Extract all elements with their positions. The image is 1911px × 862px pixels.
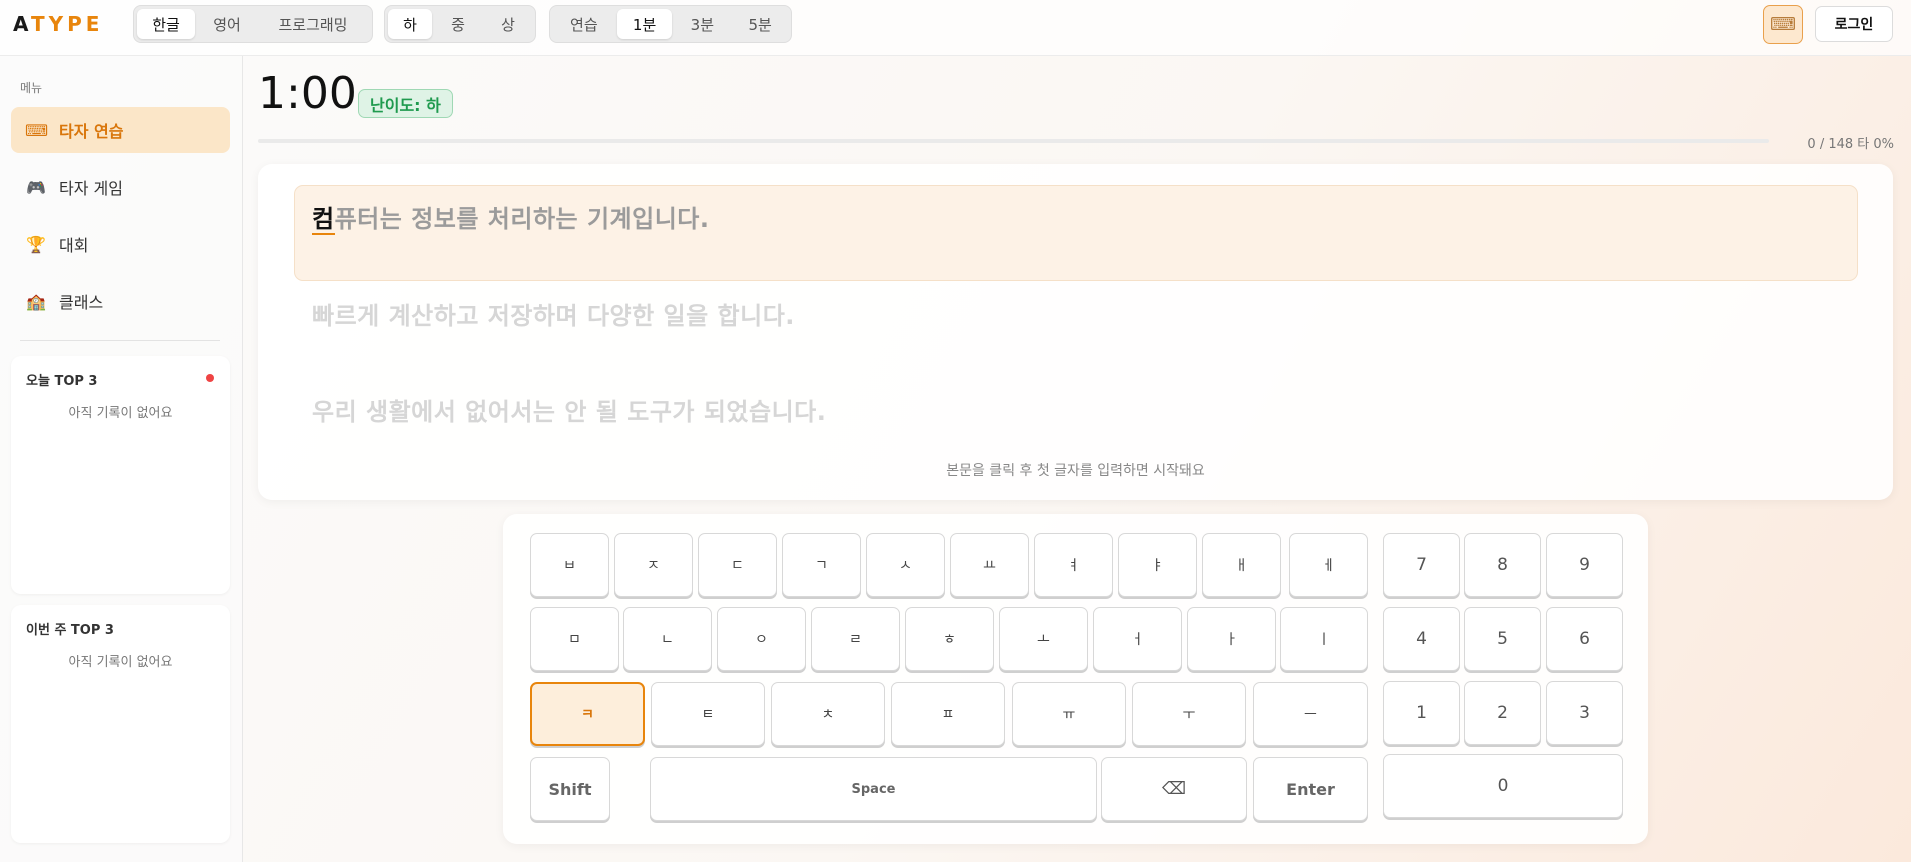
gamepad-icon: 🎮 (26, 177, 46, 197)
duration-option-5min[interactable]: 5분 (732, 9, 788, 39)
sidebar-divider (20, 340, 220, 341)
live-indicator-dot (206, 374, 214, 382)
today-top3-card: 오늘 TOP 3 아직 기록이 없어요 (11, 356, 230, 594)
sidebar-item-label: 클래스 (59, 293, 104, 312)
duration-selector: 연습 1분 3분 5분 (549, 5, 792, 43)
key-ㅜ[interactable]: ㅜ (1132, 682, 1246, 746)
progress-stat: 0 / 148 타 0% (1807, 137, 1894, 152)
duration-option-practice[interactable]: 연습 (553, 9, 615, 39)
key-ㅋ[interactable]: ㅋ (530, 682, 645, 746)
key-ㅊ[interactable]: ㅊ (771, 682, 885, 746)
shift-key[interactable]: Shift (530, 757, 610, 821)
text-line-upcoming: 우리 생활에서 없어서는 안 될 도구가 되었습니다. (312, 398, 827, 426)
backspace-key[interactable]: ⌫ (1101, 757, 1247, 821)
top-bar: ATYPE 한글 영어 프로그래밍 하 중 상 연습 1분 3분 5분 ⌨ 로그… (0, 0, 1911, 56)
text-line-current: 컴퓨터는 정보를 처리하는 기계입니다. (312, 199, 710, 235)
difficulty-selector: 하 중 상 (384, 5, 536, 43)
virtual-keyboard: ㅂ ㅈ ㄷ ㄱ ㅅ ㅛ ㅕ ㅑ ㅐ ㅔ ㅁ ㄴ ㅇ ㄹ ㅎ ㅗ ㅓ ㅏ ㅣ ㅋ … (503, 514, 1648, 844)
sidebar: 메뉴 ⌨ 타자 연습 🎮 타자 게임 🏆 대회 🏫 클래스 오늘 TOP 3 아… (0, 56, 243, 862)
numpad-key-6[interactable]: 6 (1546, 607, 1623, 671)
key-ㅣ[interactable]: ㅣ (1280, 607, 1368, 671)
progress-bar (258, 139, 1769, 143)
typing-text-panel[interactable]: 컴퓨터는 정보를 처리하는 기계입니다. 빠르게 계산하고 저장하며 다양한 일… (258, 164, 1893, 500)
key-ㄴ[interactable]: ㄴ (623, 607, 712, 671)
keyboard-icon: ⌨ (1770, 14, 1796, 35)
today-top3-title: 오늘 TOP 3 (26, 374, 98, 389)
timer: 1:00 (258, 68, 357, 119)
key-ㅌ[interactable]: ㅌ (651, 682, 765, 746)
school-icon: 🏫 (26, 291, 46, 311)
duration-option-1min[interactable]: 1분 (616, 9, 673, 39)
backspace-icon: ⌫ (1161, 779, 1187, 799)
numpad-key-2[interactable]: 2 (1464, 681, 1541, 745)
key-ㄹ[interactable]: ㄹ (811, 607, 900, 671)
level-badge: 난이도: 하 (358, 89, 453, 118)
logo[interactable]: ATYPE (13, 12, 103, 36)
sidebar-item-label: 타자 게임 (59, 179, 123, 198)
sidebar-item-typing-practice[interactable]: ⌨ 타자 연습 (11, 107, 230, 153)
sidebar-item-contest[interactable]: 🏆 대회 (11, 221, 230, 267)
numpad-key-8[interactable]: 8 (1464, 533, 1541, 597)
key-ㅑ[interactable]: ㅑ (1118, 533, 1197, 597)
language-selector: 한글 영어 프로그래밍 (133, 5, 373, 43)
menu-title: 메뉴 (20, 81, 43, 95)
key-ㅛ[interactable]: ㅛ (950, 533, 1029, 597)
duration-option-3min[interactable]: 3분 (674, 9, 730, 39)
key-ㅁ[interactable]: ㅁ (530, 607, 619, 671)
language-option-english[interactable]: 영어 (197, 9, 257, 39)
key-ㄷ[interactable]: ㄷ (698, 533, 777, 597)
sidebar-item-label: 대회 (59, 236, 89, 255)
current-character: 컴 (312, 205, 335, 235)
start-hint: 본문을 클릭 후 첫 글자를 입력하면 시작돼요 (946, 463, 1205, 479)
key-ㅇ[interactable]: ㅇ (717, 607, 806, 671)
space-key[interactable]: Space (650, 757, 1097, 821)
key-ㅔ[interactable]: ㅔ (1289, 533, 1368, 597)
numpad-key-1[interactable]: 1 (1383, 681, 1460, 745)
key-ㅎ[interactable]: ㅎ (905, 607, 994, 671)
login-button[interactable]: 로그인 (1815, 6, 1893, 42)
difficulty-option-high[interactable]: 상 (484, 9, 532, 39)
sidebar-item-typing-game[interactable]: 🎮 타자 게임 (11, 164, 230, 210)
enter-key[interactable]: Enter (1253, 757, 1368, 821)
key-ㅍ[interactable]: ㅍ (891, 682, 1005, 746)
current-line-rest: 퓨터는 정보를 처리하는 기계입니다. (334, 205, 710, 233)
language-option-programming[interactable]: 프로그래밍 (259, 9, 367, 39)
week-top3-empty: 아직 기록이 없어요 (68, 655, 173, 670)
key-ㅅ[interactable]: ㅅ (866, 533, 945, 597)
key-ㅠ[interactable]: ㅠ (1012, 682, 1126, 746)
key-ㄱ[interactable]: ㄱ (782, 533, 861, 597)
key-ㅡ[interactable]: ㅡ (1253, 682, 1368, 746)
difficulty-option-low[interactable]: 하 (388, 9, 432, 39)
numpad-key-7[interactable]: 7 (1383, 533, 1460, 597)
sidebar-item-label: 타자 연습 (59, 122, 124, 141)
key-ㅓ[interactable]: ㅓ (1093, 607, 1182, 671)
key-ㅂ[interactable]: ㅂ (530, 533, 609, 597)
numpad-key-9[interactable]: 9 (1546, 533, 1623, 597)
difficulty-option-mid[interactable]: 중 (434, 9, 482, 39)
key-ㅗ[interactable]: ㅗ (999, 607, 1088, 671)
numpad-key-4[interactable]: 4 (1383, 607, 1460, 671)
numpad-key-0[interactable]: 0 (1383, 754, 1623, 818)
text-line-next: 빠르게 계산하고 저장하며 다양한 일을 합니다. (312, 302, 795, 330)
today-top3-empty: 아직 기록이 없어요 (68, 406, 173, 421)
keyboard-toggle-button[interactable]: ⌨ (1763, 5, 1803, 44)
trophy-icon: 🏆 (26, 234, 46, 254)
key-ㅐ[interactable]: ㅐ (1202, 533, 1281, 597)
numpad-key-5[interactable]: 5 (1464, 607, 1541, 671)
key-ㅈ[interactable]: ㅈ (614, 533, 693, 597)
numpad-key-3[interactable]: 3 (1546, 681, 1623, 745)
language-option-korean[interactable]: 한글 (137, 9, 195, 39)
keyboard-icon: ⌨ (25, 120, 49, 140)
week-top3-title: 이번 주 TOP 3 (26, 623, 114, 638)
key-ㅏ[interactable]: ㅏ (1187, 607, 1276, 671)
week-top3-card: 이번 주 TOP 3 아직 기록이 없어요 (11, 605, 230, 843)
key-ㅕ[interactable]: ㅕ (1034, 533, 1113, 597)
sidebar-item-class[interactable]: 🏫 클래스 (11, 278, 230, 324)
